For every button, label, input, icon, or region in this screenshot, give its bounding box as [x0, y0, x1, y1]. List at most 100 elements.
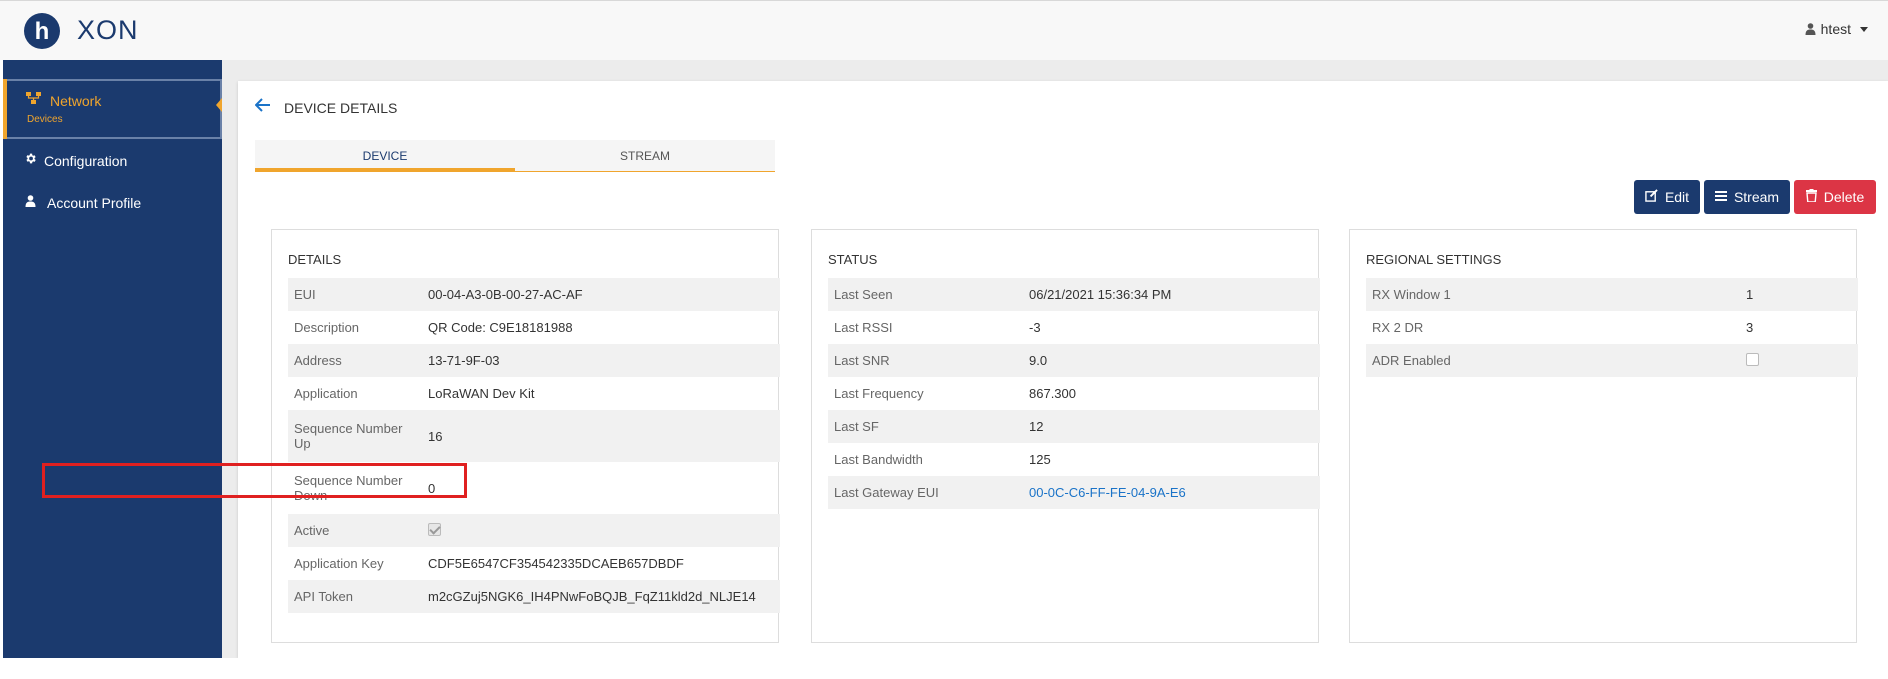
row-key: Application Key — [294, 556, 384, 571]
row-value: 867.300 — [1029, 386, 1076, 401]
active-checkbox[interactable] — [428, 522, 441, 536]
table-row: RX 2 DR 3 — [1366, 311, 1858, 344]
sidebar-item-configuration[interactable]: Configuration — [3, 146, 222, 176]
table-row: Last Seen 06/21/2021 15:36:34 PM — [828, 278, 1320, 311]
page-title: DEVICE DETAILS — [284, 100, 398, 116]
table-row: Application Key CDF5E6547CF354542335DCAE… — [288, 547, 780, 580]
brand-name[interactable]: XON — [77, 15, 139, 46]
stream-button[interactable]: Stream — [1704, 180, 1790, 214]
table-row: EUI 00-04-A3-0B-00-27-AC-AF — [288, 278, 780, 311]
row-key: Last SF — [828, 410, 1023, 443]
row-key: Last Gateway EUI — [828, 476, 1023, 509]
row-value: 125 — [1029, 452, 1051, 467]
row-value — [1740, 344, 1858, 377]
regional-table: RX Window 1 1 RX 2 DR 3 ADR Enabled — [1366, 278, 1858, 377]
row-key: Description — [294, 320, 360, 335]
sidebar-item-network[interactable]: Network Devices — [3, 79, 222, 139]
table-row: Last Gateway EUI 00-0C-C6-FF-FE-04-9A-E6 — [828, 476, 1320, 509]
row-value: 00-04-A3-0B-00-27-AC-AF — [422, 278, 780, 311]
regional-settings-panel: REGIONAL SETTINGS RX Window 1 1 RX 2 DR … — [1349, 229, 1858, 643]
row-key: Sequence Number Down — [294, 473, 403, 503]
edit-button[interactable]: Edit — [1634, 180, 1700, 214]
row-key: Last RSSI — [834, 320, 893, 335]
table-row: Sequence Number Down 0 — [288, 462, 780, 514]
row-key: Last Seen — [828, 278, 1023, 311]
row-key: Last SNR — [828, 344, 1023, 377]
edit-label: Edit — [1664, 189, 1690, 205]
row-value: 9.0 — [1023, 344, 1320, 377]
row-key: Last Frequency — [834, 386, 924, 401]
row-value: 06/21/2021 15:36:34 PM — [1023, 278, 1320, 311]
device-details-card: DEVICE DETAILS DEVICE STREAM Edit Stream… — [238, 81, 1888, 658]
row-key: Active — [288, 514, 422, 547]
row-key: RX Window 1 — [1366, 278, 1740, 311]
details-table: EUI 00-04-A3-0B-00-27-AC-AF Description … — [288, 278, 780, 613]
panel-title: REGIONAL SETTINGS — [1366, 252, 1502, 267]
sidebar-item-label: Network — [50, 93, 102, 109]
row-value: 13-71-9F-03 — [422, 344, 780, 377]
svg-text:h: h — [35, 18, 50, 45]
table-row: Sequence Number Up 16 — [288, 410, 780, 462]
row-key: ADR Enabled — [1366, 344, 1740, 377]
sidebar-item-label: Configuration — [44, 153, 128, 169]
bottom-strip — [0, 658, 1888, 679]
stream-label: Stream — [1733, 189, 1780, 205]
status-table: Last Seen 06/21/2021 15:36:34 PM Last RS… — [828, 278, 1320, 509]
row-value: m2cGZuj5NGK6_IH4PNwFoBQJB_FqZ11kld2d_NLJ… — [422, 580, 780, 613]
delete-label: Delete — [1823, 189, 1865, 205]
delete-button[interactable]: Delete — [1794, 180, 1876, 214]
row-key: RX 2 DR — [1372, 320, 1424, 335]
row-value: 1 — [1740, 278, 1858, 311]
user-icon — [1805, 23, 1816, 35]
active-indicator — [3, 79, 7, 139]
trash-icon — [1805, 189, 1817, 205]
row-value: -3 — [1029, 320, 1041, 335]
back-arrow-icon[interactable] — [254, 98, 271, 115]
sidebar-item-sublabel: Devices — [27, 114, 63, 125]
user-icon — [25, 194, 36, 210]
chevron-down-icon — [1860, 26, 1868, 32]
table-row: Last RSSI -3 — [828, 311, 1320, 344]
row-value: 16 — [422, 410, 780, 462]
table-row: Active — [288, 514, 780, 547]
tab-bar: DEVICE STREAM — [255, 140, 775, 172]
table-row: Last SF 12 — [828, 410, 1320, 443]
table-row: Last Bandwidth 125 — [828, 443, 1320, 476]
sidebar: Network Devices Configuration Account Pr… — [3, 60, 222, 658]
panel-title: DETAILS — [288, 252, 342, 267]
panel-title: STATUS — [828, 252, 878, 267]
table-row: Application LoRaWAN Dev Kit — [288, 377, 780, 410]
details-panel: DETAILS EUI 00-04-A3-0B-00-27-AC-AF Desc… — [271, 229, 780, 643]
row-value — [422, 514, 780, 547]
user-name: htest — [1820, 21, 1851, 37]
row-key: Sequence Number Up — [288, 410, 422, 462]
row-value: 00-0C-C6-FF-FE-04-9A-E6 — [1023, 476, 1320, 509]
row-value: LoRaWAN Dev Kit — [428, 386, 535, 401]
logo-icon[interactable]: h — [24, 13, 60, 49]
tab-device[interactable]: DEVICE — [255, 140, 515, 172]
row-key: Address — [288, 344, 422, 377]
adr-enabled-checkbox[interactable] — [1746, 352, 1759, 366]
table-row: RX Window 1 1 — [1366, 278, 1858, 311]
user-menu[interactable]: htest — [1805, 21, 1868, 37]
table-row: ADR Enabled — [1366, 344, 1858, 377]
row-value: 0 — [428, 480, 436, 496]
row-value: CDF5E6547CF354542335DCAEB657DBDF — [428, 556, 684, 571]
sidebar-item-label: Account Profile — [47, 195, 142, 211]
table-row: API Token m2cGZuj5NGK6_IH4PNwFoBQJB_FqZ1… — [288, 580, 780, 613]
tab-stream[interactable]: STREAM — [515, 140, 775, 172]
row-value: 12 — [1023, 410, 1320, 443]
row-key: EUI — [288, 278, 422, 311]
list-icon — [1714, 189, 1727, 205]
top-navbar: h XON htest — [0, 0, 1888, 60]
gateway-eui-link[interactable]: 00-0C-C6-FF-FE-04-9A-E6 — [1029, 485, 1186, 500]
row-key: Application — [294, 386, 358, 401]
sidebar-item-account-profile[interactable]: Account Profile — [3, 188, 222, 218]
table-row: Address 13-71-9F-03 — [288, 344, 780, 377]
row-key: Last Bandwidth — [834, 452, 923, 467]
row-value: 3 — [1746, 320, 1754, 335]
row-key: API Token — [288, 580, 422, 613]
edit-icon — [1645, 189, 1658, 205]
table-row: Last SNR 9.0 — [828, 344, 1320, 377]
table-row: Description QR Code: C9E18181988 — [288, 311, 780, 344]
